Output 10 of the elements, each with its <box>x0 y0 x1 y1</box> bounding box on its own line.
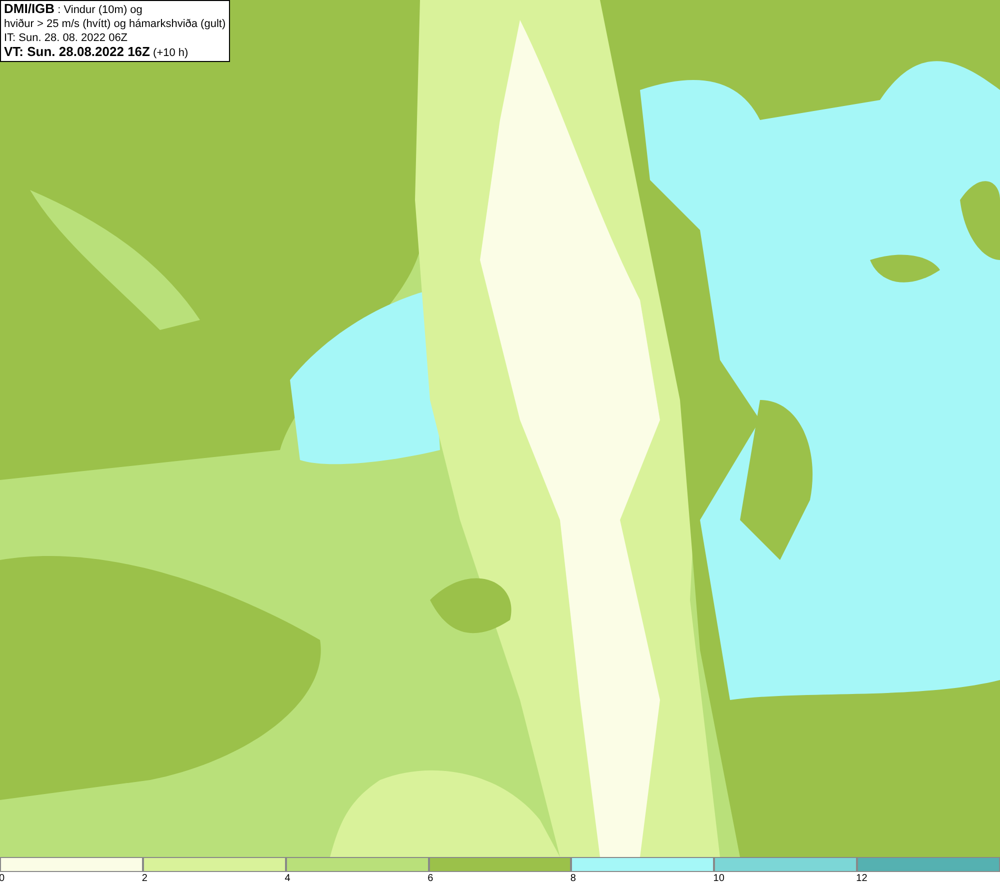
title-line: DMI/IGB : Vindur (10m) og <box>4 2 144 17</box>
legend-tick-label: 12 <box>856 872 868 886</box>
legend-tick-label: 10 <box>713 872 724 886</box>
title-line: hviður > 25 m/s (hvítt) og hámarkshviða (gult) <box>4 17 226 31</box>
legend-tick-label: 8 <box>570 872 576 886</box>
title-line: IT: Sun. 28. 08. 2022 06Z <box>4 31 129 45</box>
title-line: VT: Sun. 28.08.2022 16Z (+10 h) <box>4 45 190 60</box>
legend-tick-label: 6 <box>428 872 434 886</box>
legend-tick-label: 4 <box>284 872 290 886</box>
legend-tick-label: 2 <box>142 872 148 886</box>
